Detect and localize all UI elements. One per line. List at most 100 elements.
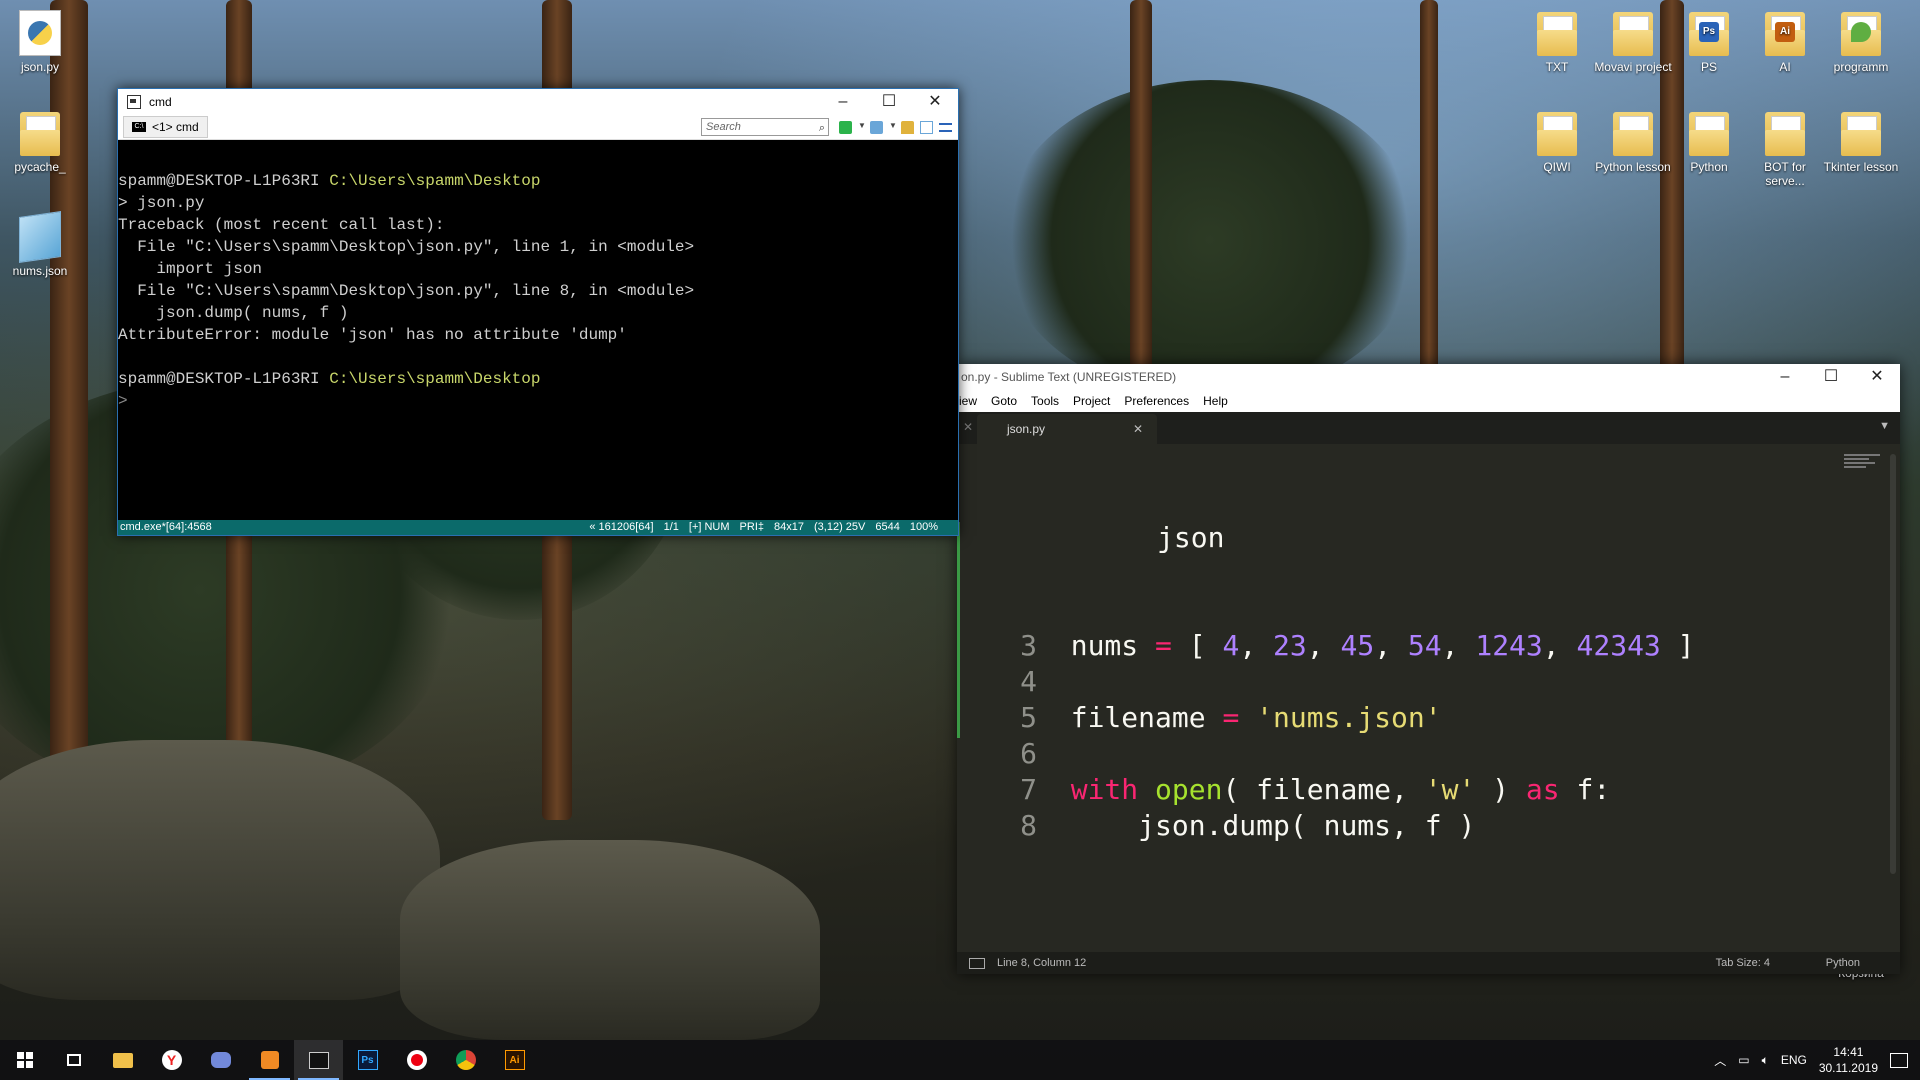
code-token: , [1374, 629, 1408, 662]
minimap[interactable] [1844, 454, 1880, 470]
desktop-folder-python[interactable]: Python [1669, 112, 1749, 174]
desktop-folder-ps[interactable]: Ps PS [1669, 12, 1749, 74]
chevron-down-icon[interactable]: ▼ [889, 121, 897, 134]
code-token: , [1306, 629, 1341, 662]
layout-icon[interactable] [920, 120, 933, 134]
desktop-icon-pycache[interactable]: pycache_ [0, 112, 80, 174]
desktop-folder-programm[interactable]: programm [1821, 12, 1901, 74]
cmd-window: cmd – ☐ ✕ C:\ <1> cmd Search ⌕ ▼ ▼ spamm… [117, 88, 959, 536]
tab-close-icon[interactable]: ✕ [1133, 414, 1143, 444]
maximize-button[interactable]: ☐ [1808, 364, 1854, 390]
minimize-button[interactable]: – [820, 89, 866, 115]
network-icon[interactable]: ▭ [1738, 1053, 1749, 1067]
desktop-icon-label: Movavi project [1594, 60, 1672, 74]
menu-goto[interactable]: Goto [991, 390, 1017, 412]
code-line: 3 nums = [ 4, 23, 45, 54, 1243, 42343 ] [977, 628, 1694, 664]
desktop-folder-tkinter-lesson[interactable]: Tkinter lesson [1821, 112, 1901, 174]
desktop-folder-ai[interactable]: Ai AI [1745, 12, 1825, 74]
taskbar-illustrator[interactable]: Ai [490, 1040, 539, 1080]
taskbar: Y Ps Ai ︿ ▭ 🔈︎ ENG 14:41 30.11.2019 [0, 1040, 1920, 1080]
taskbar-sublime-text[interactable] [245, 1040, 294, 1080]
chevron-up-icon[interactable]: ︿ [1714, 1052, 1726, 1069]
menu-preferences[interactable]: Preferences [1124, 390, 1189, 412]
status-syntax[interactable]: Python [1826, 952, 1860, 974]
search-placeholder: Search [706, 121, 741, 133]
chevron-down-icon[interactable]: ▼ [858, 121, 866, 134]
lock-icon[interactable] [901, 120, 914, 134]
status-tab-size[interactable]: Tab Size: 4 [1716, 952, 1770, 974]
split-view-icon[interactable] [870, 120, 883, 134]
prompt-path: C:\Users\spamm\Desktop [329, 172, 541, 190]
code-token: = [1155, 629, 1172, 662]
desktop-folder-qiwi[interactable]: QIWI [1517, 112, 1597, 174]
scrollbar[interactable] [1890, 454, 1896, 874]
taskbar-recorder[interactable] [392, 1040, 441, 1080]
desktop-icon-label: BOT for serve... [1764, 160, 1806, 188]
close-button[interactable]: ✕ [912, 89, 958, 115]
status-segment: « 161206[64] [589, 521, 654, 533]
code-editor[interactable]: json 3 nums = [ 4, 23, 45, 54, 1243, 423… [977, 448, 1695, 916]
code-token: , [1239, 629, 1274, 662]
taskbar-photoshop[interactable]: Ps [343, 1040, 392, 1080]
console-output[interactable]: spamm@DESKTOP-L1P63RI C:\Users\spamm\Des… [118, 140, 958, 412]
new-console-icon[interactable] [839, 120, 852, 134]
sublime-tab-bar: ✕ json.py ✕ ▼ [957, 412, 1900, 444]
code-token: as [1525, 773, 1560, 806]
code-token: f: [1559, 773, 1611, 806]
desktop-folder-bot-for-server[interactable]: BOT for serve... [1745, 112, 1825, 188]
desktop-icon-label: TXT [1545, 60, 1569, 74]
sublime-title: on.py - Sublime Text (UNREGISTERED) [961, 370, 1177, 384]
sublime-status-bar: Line 8, Column 12 Tab Size: 4 Python [957, 952, 1900, 974]
illustrator-icon: Ai [504, 1050, 525, 1070]
task-view-button[interactable] [49, 1040, 98, 1080]
console-tab[interactable]: C:\ <1> cmd [123, 116, 208, 138]
windows-logo-icon [16, 1052, 33, 1068]
photoshop-icon: Ps [357, 1050, 378, 1070]
taskbar-yandex-browser[interactable]: Y [147, 1040, 196, 1080]
minimize-button[interactable]: – [1762, 364, 1808, 390]
volume-icon[interactable]: 🔈︎ [1762, 1053, 1769, 1068]
desktop-icon-json-py[interactable]: json.py [0, 10, 80, 74]
tab-json-py[interactable]: json.py ✕ [977, 414, 1157, 444]
desktop-folder-movavi-project[interactable]: Movavi project [1593, 12, 1673, 74]
tab-label: json.py [1007, 422, 1046, 436]
discord-icon [210, 1052, 231, 1068]
code-token: [ [1171, 629, 1223, 662]
menu-tools[interactable]: Tools [1031, 390, 1059, 412]
line-number: 4 [1020, 665, 1037, 698]
json-file-icon [19, 211, 61, 263]
search-input[interactable]: Search ⌕ [701, 118, 829, 136]
cmd-status-bar: cmd.exe*[64]:4568 « 161206[64] 1/1 [+] NUM… [118, 520, 958, 535]
sublime-title-bar: on.py - Sublime Text (UNREGISTERED) – ☐ … [957, 364, 1900, 390]
status-segment: (3,12) 25V [814, 521, 866, 533]
start-button[interactable] [0, 1040, 49, 1080]
close-button[interactable]: ✕ [1854, 364, 1900, 390]
desktop-icon-label: QIWI [1543, 160, 1571, 174]
clock[interactable]: 14:41 30.11.2019 [1819, 1044, 1878, 1076]
menu-view[interactable]: iew [959, 390, 977, 412]
code-line: 5 filename = 'nums.json' [977, 700, 1695, 736]
code-token: ) [1475, 773, 1526, 806]
cmd-title: cmd [149, 95, 172, 109]
desktop-icon-label: Tkinter lesson [1823, 160, 1899, 174]
close-icon[interactable]: ✕ [963, 420, 973, 434]
taskbar-explorer[interactable] [98, 1040, 147, 1080]
language-indicator[interactable]: ENG [1781, 1053, 1807, 1067]
search-icon[interactable]: ⌕ [819, 120, 825, 136]
desktop-icon-nums-json[interactable]: nums.json [0, 211, 80, 278]
menu-help[interactable]: Help [1203, 390, 1228, 412]
menu-icon[interactable] [939, 122, 952, 132]
status-segment: 6544 [875, 521, 900, 533]
taskbar-discord[interactable] [196, 1040, 245, 1080]
maximize-button[interactable]: ☐ [866, 89, 912, 115]
panel-toggle-icon[interactable] [969, 958, 985, 969]
console-icon [127, 95, 141, 109]
notifications-icon[interactable] [1890, 1052, 1908, 1068]
menu-project[interactable]: Project [1073, 390, 1110, 412]
desktop-folder-python-lesson[interactable]: Python lesson [1593, 112, 1673, 174]
desktop-folder-txt[interactable]: TXT [1517, 12, 1597, 74]
taskbar-chrome[interactable] [441, 1040, 490, 1080]
taskbar-cmd[interactable] [294, 1040, 343, 1080]
tab-dropdown-icon[interactable]: ▼ [1879, 420, 1890, 432]
